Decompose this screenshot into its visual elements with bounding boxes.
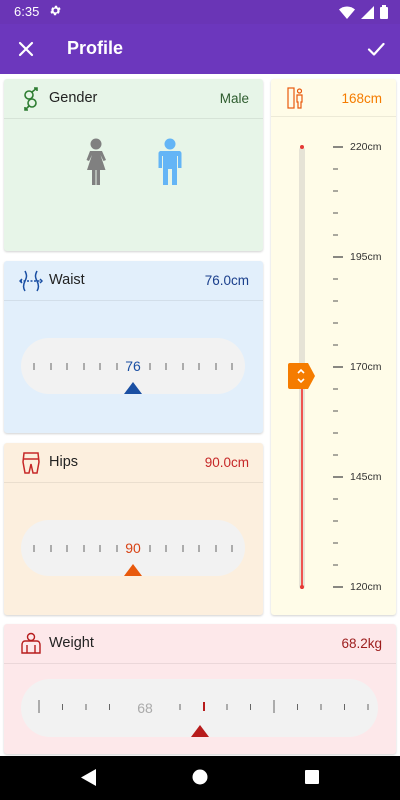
weight-value: 68.2kg bbox=[341, 636, 382, 651]
weight-ruler[interactable]: 68 bbox=[21, 679, 378, 737]
weight-card-header: Weight 68.2kg bbox=[4, 624, 396, 664]
height-track-end bbox=[300, 585, 304, 589]
weight-card: Weight 68.2kg 68 bbox=[4, 624, 396, 754]
hips-card-header: Hips 90.0cm bbox=[4, 443, 263, 483]
weight-label: Weight bbox=[49, 635, 94, 651]
save-check-icon[interactable] bbox=[366, 39, 386, 59]
waist-card-header: Waist 76.0cm bbox=[4, 261, 263, 301]
wifi-icon bbox=[339, 6, 355, 19]
page-title: Profile bbox=[67, 38, 124, 58]
gender-card-header: Gender Male bbox=[4, 79, 263, 119]
weight-pointer bbox=[191, 725, 209, 737]
male-icon[interactable] bbox=[155, 138, 185, 186]
height-scale-label: 170cm bbox=[350, 361, 382, 373]
height-card: 168cm 220cm 195cm 170cm 145cm 120cm bbox=[271, 79, 396, 615]
female-icon[interactable] bbox=[79, 138, 113, 186]
hips-pointer bbox=[124, 564, 142, 576]
hips-value: 90.0cm bbox=[204, 455, 249, 470]
weight-ruler-number: 68 bbox=[137, 700, 153, 716]
height-scale-label: 195cm bbox=[350, 251, 382, 263]
hips-ruler[interactable]: 90 bbox=[21, 520, 245, 576]
gender-icon bbox=[24, 87, 38, 111]
waist-value: 76.0cm bbox=[204, 273, 249, 288]
waist-ruler[interactable]: 76 bbox=[21, 338, 245, 394]
status-bar: 6:35 bbox=[0, 0, 400, 24]
gender-card: Gender Male bbox=[4, 79, 263, 251]
height-track-fill bbox=[301, 374, 303, 589]
height-person-icon bbox=[287, 87, 303, 109]
gender-value: Male bbox=[219, 91, 249, 106]
height-slider-handle[interactable] bbox=[288, 363, 316, 389]
height-scale-label: 220cm bbox=[350, 141, 382, 153]
hips-ruler-number: 90 bbox=[125, 540, 141, 556]
home-icon[interactable] bbox=[192, 769, 208, 785]
back-icon[interactable] bbox=[81, 769, 97, 786]
height-track-end bbox=[300, 145, 304, 149]
battery-icon bbox=[380, 5, 388, 19]
waist-pointer bbox=[124, 382, 142, 394]
signal-icon bbox=[361, 5, 374, 19]
settings-gear-icon bbox=[50, 5, 61, 16]
app-bar: Profile bbox=[0, 24, 400, 74]
height-card-header: 168cm bbox=[271, 79, 396, 117]
status-time: 6:35 bbox=[14, 4, 40, 19]
height-value: 168cm bbox=[341, 91, 382, 106]
recents-icon[interactable] bbox=[305, 770, 319, 784]
hips-icon bbox=[22, 452, 40, 474]
height-scale-label: 145cm bbox=[350, 471, 382, 483]
waist-ruler-number: 76 bbox=[125, 358, 141, 374]
height-scale-label: 120cm bbox=[350, 581, 382, 593]
waist-label: Waist bbox=[49, 272, 85, 288]
system-nav-bar bbox=[0, 756, 400, 800]
waist-card: Waist 76.0cm 76 bbox=[4, 261, 263, 433]
weight-body-icon bbox=[21, 632, 41, 654]
hips-label: Hips bbox=[49, 454, 79, 470]
waist-measure-icon bbox=[19, 270, 43, 292]
close-icon[interactable] bbox=[17, 40, 35, 58]
gender-label: Gender bbox=[49, 90, 98, 106]
hips-card: Hips 90.0cm 90 bbox=[4, 443, 263, 615]
